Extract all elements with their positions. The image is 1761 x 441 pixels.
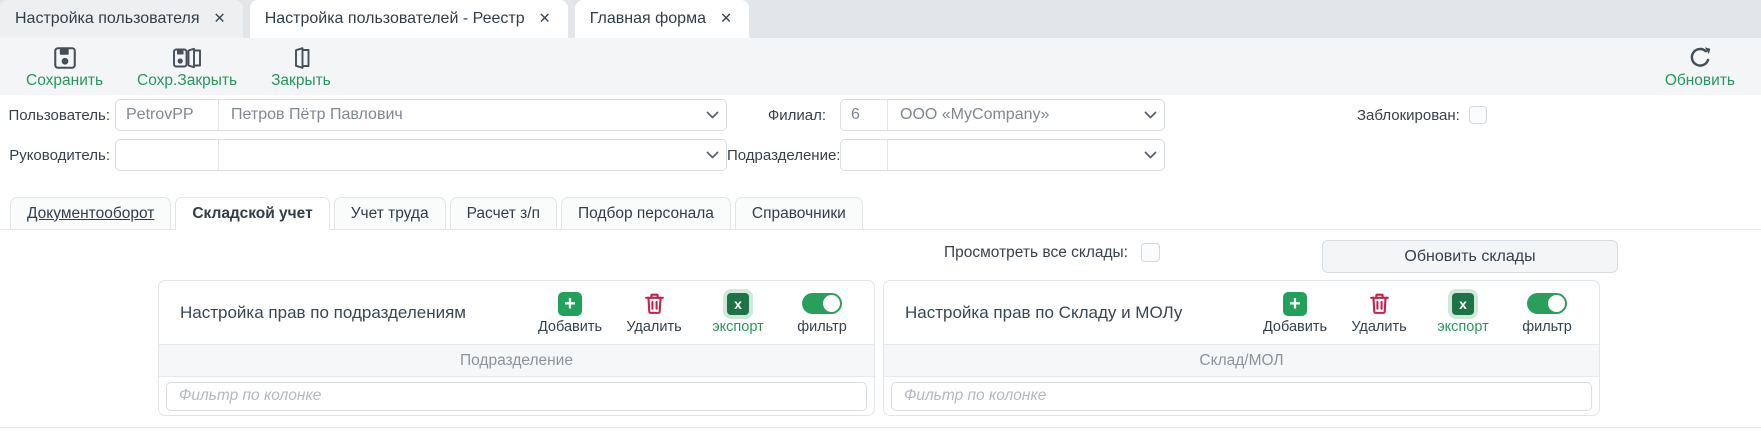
blocked-checkbox[interactable] bbox=[1469, 106, 1487, 124]
toggle-on-icon[interactable] bbox=[802, 293, 842, 314]
app-window: Настройка пользователя ✕ Настройка польз… bbox=[0, 0, 1761, 441]
excel-icon: x bbox=[1452, 293, 1474, 315]
save-button[interactable]: Сохранить bbox=[26, 44, 103, 89]
warehouse-mol-rights-panel: Настройка прав по Складу и МОЛу + Добави… bbox=[883, 280, 1600, 416]
form-row-manager: Руководитель: Подразделение: bbox=[0, 139, 1761, 171]
trash-icon bbox=[1367, 290, 1392, 317]
panel-header: Настройка прав по Складу и МОЛу + Добави… bbox=[884, 281, 1599, 344]
department-label: Подразделение: bbox=[727, 147, 833, 164]
manager-label: Руководитель: bbox=[0, 147, 110, 164]
column-header-warehouse-mol[interactable]: Склад/МОЛ bbox=[884, 344, 1599, 377]
add-row-button[interactable]: + Добавить bbox=[530, 290, 610, 335]
save-close-button[interactable]: Сохр.Закрыть bbox=[137, 44, 237, 89]
window-tab-user-settings[interactable]: Настройка пользователя ✕ bbox=[0, 0, 243, 38]
window-tab-label: Настройка пользователя bbox=[15, 10, 200, 28]
tab-labor-accounting[interactable]: Учет труда bbox=[334, 197, 446, 229]
branch-label: Филиал: bbox=[727, 107, 833, 124]
refresh-button[interactable]: Обновить bbox=[1665, 44, 1735, 89]
column-header-department[interactable]: Подразделение bbox=[159, 344, 874, 377]
toolbar: Сохранить Сохр.Закрыть Закр bbox=[0, 38, 1761, 95]
panel-toolbar: + Добавить Удалить bbox=[530, 290, 862, 335]
refresh-icon bbox=[1686, 44, 1714, 72]
user-combobox: Петров Пётр Павлович bbox=[115, 99, 727, 131]
view-all-warehouses-checkbox[interactable] bbox=[1141, 243, 1160, 262]
window-tab-bar: Настройка пользователя ✕ Настройка польз… bbox=[0, 0, 1761, 38]
window-tab-main-form[interactable]: Главная форма ✕ bbox=[575, 0, 749, 38]
save-close-button-label: Сохр.Закрыть bbox=[137, 73, 237, 89]
delete-row-button[interactable]: Удалить bbox=[1339, 290, 1419, 335]
window-tab-users-registry[interactable]: Настройка пользователей - Реестр ✕ bbox=[250, 0, 568, 38]
view-all-warehouses-label: Просмотреть все склады: bbox=[944, 244, 1128, 262]
user-code-input[interactable] bbox=[116, 100, 219, 130]
add-row-button[interactable]: + Добавить bbox=[1255, 290, 1335, 335]
warehouse-tab-content: Просмотреть все склады: Обновить склады … bbox=[0, 230, 1761, 429]
save-button-label: Сохранить bbox=[26, 73, 103, 89]
department-combobox bbox=[840, 139, 1165, 171]
tab-payroll[interactable]: Расчет з/п bbox=[450, 197, 557, 229]
panel-title: Настройка прав по Складу и МОЛу bbox=[905, 303, 1182, 323]
trash-icon bbox=[642, 290, 667, 317]
close-icon[interactable]: ✕ bbox=[539, 11, 551, 27]
section-tab-strip: Документооборот Складской учет Учет труд… bbox=[0, 196, 1761, 230]
window-tab-label: Настройка пользователей - Реестр bbox=[265, 10, 525, 28]
view-all-warehouses-field: Просмотреть все склады: bbox=[905, 243, 1160, 262]
panel-title: Настройка прав по подразделениям bbox=[180, 303, 466, 323]
blocked-label: Заблокирован: bbox=[1357, 107, 1460, 124]
filter-row bbox=[884, 377, 1599, 415]
floppy-icon bbox=[52, 44, 78, 72]
branch-code-input[interactable] bbox=[841, 100, 888, 130]
floppy-door-icon bbox=[172, 44, 202, 72]
department-rights-panel: Настройка прав по подразделениям + Добав… bbox=[158, 280, 875, 416]
manager-combobox bbox=[115, 139, 727, 171]
chevron-down-icon[interactable] bbox=[698, 111, 726, 119]
close-icon[interactable]: ✕ bbox=[720, 11, 732, 27]
tab-document-flow[interactable]: Документооборот bbox=[10, 197, 171, 229]
close-icon[interactable]: ✕ bbox=[214, 11, 226, 27]
refresh-warehouses-button[interactable]: Обновить склады bbox=[1322, 240, 1618, 273]
user-form: Пользователь: Петров Пётр Павлович Филиа… bbox=[0, 95, 1761, 196]
tab-recruitment[interactable]: Подбор персонала bbox=[561, 197, 731, 229]
excel-export-button[interactable]: x экспорт bbox=[1423, 290, 1503, 335]
plus-icon: + bbox=[1283, 292, 1307, 316]
chevron-down-icon[interactable] bbox=[1136, 151, 1164, 159]
panel-toolbar: + Добавить Удалить bbox=[1255, 290, 1587, 335]
user-label: Пользователь: bbox=[0, 107, 110, 124]
department-filter-input[interactable] bbox=[166, 382, 867, 411]
department-code-input[interactable] bbox=[841, 140, 888, 170]
chevron-down-icon[interactable] bbox=[698, 151, 726, 159]
branch-combobox: ООО «MyCompany» bbox=[840, 99, 1165, 131]
window-tab-label: Главная форма bbox=[590, 10, 706, 28]
tab-warehouse-accounting[interactable]: Складской учет bbox=[175, 197, 329, 230]
delete-row-button[interactable]: Удалить bbox=[614, 290, 694, 335]
door-icon bbox=[289, 44, 313, 72]
form-row-user: Пользователь: Петров Пётр Павлович Филиа… bbox=[0, 99, 1761, 131]
manager-code-input[interactable] bbox=[116, 140, 219, 170]
filter-row bbox=[159, 377, 874, 415]
close-button[interactable]: Закрыть bbox=[271, 44, 331, 89]
content-bottom-divider bbox=[0, 427, 1761, 428]
chevron-down-icon[interactable] bbox=[1136, 111, 1164, 119]
user-name-value: Петров Пётр Павлович bbox=[219, 106, 698, 124]
filter-toggle[interactable]: фильтр bbox=[1507, 290, 1587, 335]
filter-toggle[interactable]: фильтр bbox=[782, 290, 862, 335]
refresh-button-label: Обновить bbox=[1665, 73, 1735, 89]
close-button-label: Закрыть bbox=[271, 73, 331, 89]
warehouse-mol-filter-input[interactable] bbox=[891, 382, 1592, 411]
excel-icon: x bbox=[727, 293, 749, 315]
plus-icon: + bbox=[558, 292, 582, 316]
branch-name-value: ООО «MyCompany» bbox=[888, 106, 1136, 124]
toggle-on-icon[interactable] bbox=[1527, 293, 1567, 314]
panel-header: Настройка прав по подразделениям + Добав… bbox=[159, 281, 874, 344]
tab-directories[interactable]: Справочники bbox=[735, 197, 863, 229]
excel-export-button[interactable]: x экспорт bbox=[698, 290, 778, 335]
